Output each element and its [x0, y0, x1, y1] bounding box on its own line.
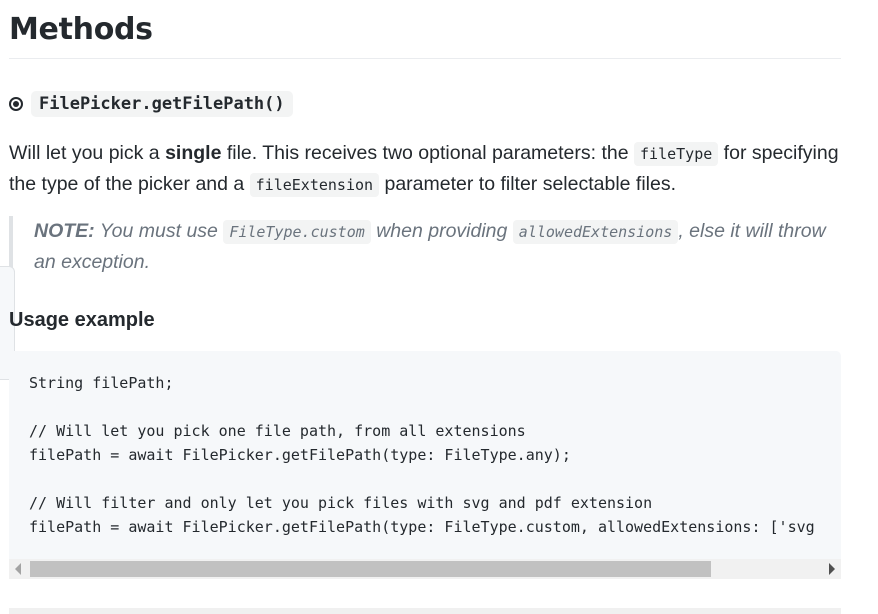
code-content: String filePath; // Will let you pick on…: [29, 371, 815, 539]
description-text: file. This receives two optional paramet…: [221, 142, 635, 164]
code-line: // Will let you pick one file path, from…: [29, 422, 526, 440]
code-line: filePath = await FilePicker.getFilePath(…: [29, 518, 815, 536]
note-blockquote: NOTE: You must use FileType.custom when …: [9, 216, 834, 277]
code-line: // Will filter and only let you pick fil…: [29, 494, 653, 512]
usage-example-heading: Usage example: [9, 309, 155, 331]
note-text: when providing: [370, 220, 513, 242]
note-text: You must use: [94, 220, 224, 242]
method-item: FilePicker.getFilePath(): [9, 89, 293, 119]
code-line: String filePath;: [29, 374, 174, 392]
description-text: Will let you pick a: [9, 142, 166, 164]
section-heading: Methods: [9, 12, 153, 47]
note-label: NOTE:: [34, 220, 95, 242]
inline-code-allowed-extensions: allowedExtensions: [512, 220, 679, 244]
code-block: String filePath; // Will let you pick on…: [9, 351, 841, 579]
heading-divider: [9, 58, 841, 59]
description-text: parameter to filter selectable files.: [379, 173, 677, 195]
horizontal-scrollbar[interactable]: [9, 559, 841, 579]
scroll-right-arrow-icon[interactable]: [829, 563, 835, 575]
method-signature: FilePicker.getFilePath(): [31, 91, 293, 117]
code-line: filePath = await FilePicker.getFilePath(…: [29, 446, 571, 464]
description-bold: single: [165, 142, 222, 164]
inline-code-fileextension: fileExtension: [249, 173, 380, 197]
inline-code-filetype-custom: FileType.custom: [223, 220, 371, 244]
bottom-divider: [9, 608, 841, 614]
inline-code-filetype: fileType: [634, 142, 719, 166]
bullet-icon: [9, 97, 23, 111]
method-description: Will let you pick a single file. This re…: [9, 138, 841, 200]
scrollbar-thumb[interactable]: [30, 561, 711, 577]
scroll-left-arrow-icon[interactable]: [15, 563, 21, 575]
